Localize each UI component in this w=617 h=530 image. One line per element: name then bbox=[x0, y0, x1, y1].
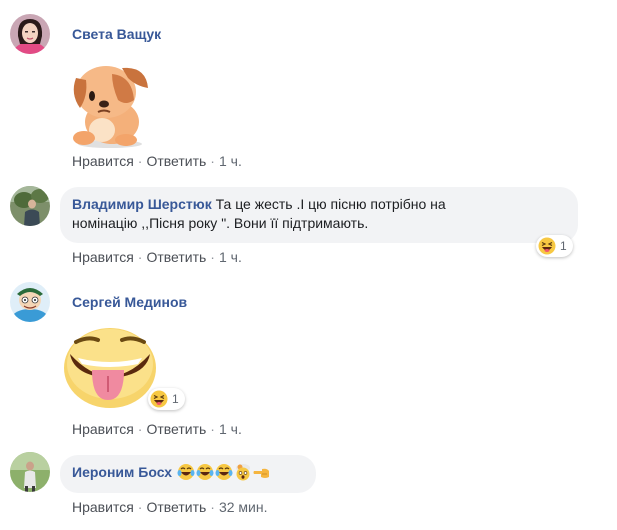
like-link[interactable]: Нравится bbox=[72, 153, 134, 169]
reply-link[interactable]: Ответить bbox=[146, 499, 206, 515]
comment-text-line-2: номінацію ,,Пісня року ". Вони її підтри… bbox=[72, 215, 369, 231]
comment-actions: Нравится · Ответить · 1 ч. bbox=[72, 249, 242, 265]
comment-bubble: Иероним Босх bbox=[60, 455, 316, 493]
comment-text-line-1: Та це жесть .І цю пісню потрібно на bbox=[215, 196, 446, 212]
like-link[interactable]: Нравится bbox=[72, 249, 134, 265]
reaction-summary[interactable]: 1 bbox=[148, 388, 185, 410]
avatar[interactable] bbox=[10, 282, 50, 322]
like-link[interactable]: Нравится bbox=[72, 499, 134, 515]
comment-timestamp[interactable]: 1 ч. bbox=[219, 421, 242, 437]
separator-dot: · bbox=[137, 249, 143, 265]
puppy-facepalm-sticker bbox=[62, 56, 152, 150]
haha-icon bbox=[150, 390, 168, 408]
comment-actions: Нравится · Ответить · 32 мин. bbox=[72, 499, 268, 515]
comment-author[interactable]: Владимир Шерстюк bbox=[72, 196, 212, 212]
separator-dot: · bbox=[137, 153, 143, 169]
separator-dot: · bbox=[210, 421, 215, 437]
reaction-count: 1 bbox=[560, 239, 567, 253]
comment-2: Владимир Шерстюк Та це жесть .І цю пісню… bbox=[0, 180, 617, 280]
pointing-left-icon bbox=[253, 468, 269, 478]
reply-link[interactable]: Ответить bbox=[146, 153, 206, 169]
tears-of-joy-icon bbox=[177, 464, 195, 480]
comment-bubble: Владимир Шерстюк Та це жесть .І цю пісню… bbox=[60, 187, 578, 243]
emoji-row bbox=[176, 464, 271, 481]
separator-dot: · bbox=[210, 249, 215, 265]
comment-actions: Нравится · Ответить · 1 ч. bbox=[72, 421, 242, 437]
tears-of-joy-icon bbox=[196, 464, 214, 480]
reply-link[interactable]: Ответить bbox=[146, 421, 206, 437]
comment-timestamp[interactable]: 1 ч. bbox=[219, 249, 242, 265]
comment-timestamp[interactable]: 1 ч. bbox=[219, 153, 242, 169]
separator-dot: · bbox=[137, 421, 143, 437]
comment-author[interactable]: Света Ващук bbox=[72, 26, 161, 42]
haha-icon bbox=[538, 237, 556, 255]
comment-3: Сергей Мединов 1 Нравится · Ответить · 1 ч. bbox=[0, 280, 617, 450]
avatar[interactable] bbox=[10, 14, 50, 54]
comment-author[interactable]: Иероним Босх bbox=[72, 464, 172, 480]
comment-4: Иероним Босх Нравится · Ответить · 32 мин. bbox=[0, 450, 617, 530]
exploding-head-icon bbox=[235, 464, 250, 481]
avatar[interactable] bbox=[10, 186, 50, 226]
separator-dot: · bbox=[210, 499, 215, 515]
avatar[interactable] bbox=[10, 452, 50, 492]
comment-timestamp[interactable]: 32 мин. bbox=[219, 499, 268, 515]
reply-link[interactable]: Ответить bbox=[146, 249, 206, 265]
separator-dot: · bbox=[210, 153, 215, 169]
separator-dot: · bbox=[137, 499, 143, 515]
comment-author[interactable]: Сергей Мединов bbox=[72, 294, 187, 310]
tears-of-joy-icon bbox=[215, 464, 233, 480]
comment-1: Света Ващук Нравится · Ответить · 1 ч. bbox=[0, 0, 617, 180]
tongue-out-face-sticker bbox=[62, 326, 158, 410]
reaction-summary[interactable]: 1 bbox=[536, 235, 573, 257]
reaction-count: 1 bbox=[172, 392, 179, 406]
comment-actions: Нравится · Ответить · 1 ч. bbox=[72, 153, 242, 169]
like-link[interactable]: Нравится bbox=[72, 421, 134, 437]
